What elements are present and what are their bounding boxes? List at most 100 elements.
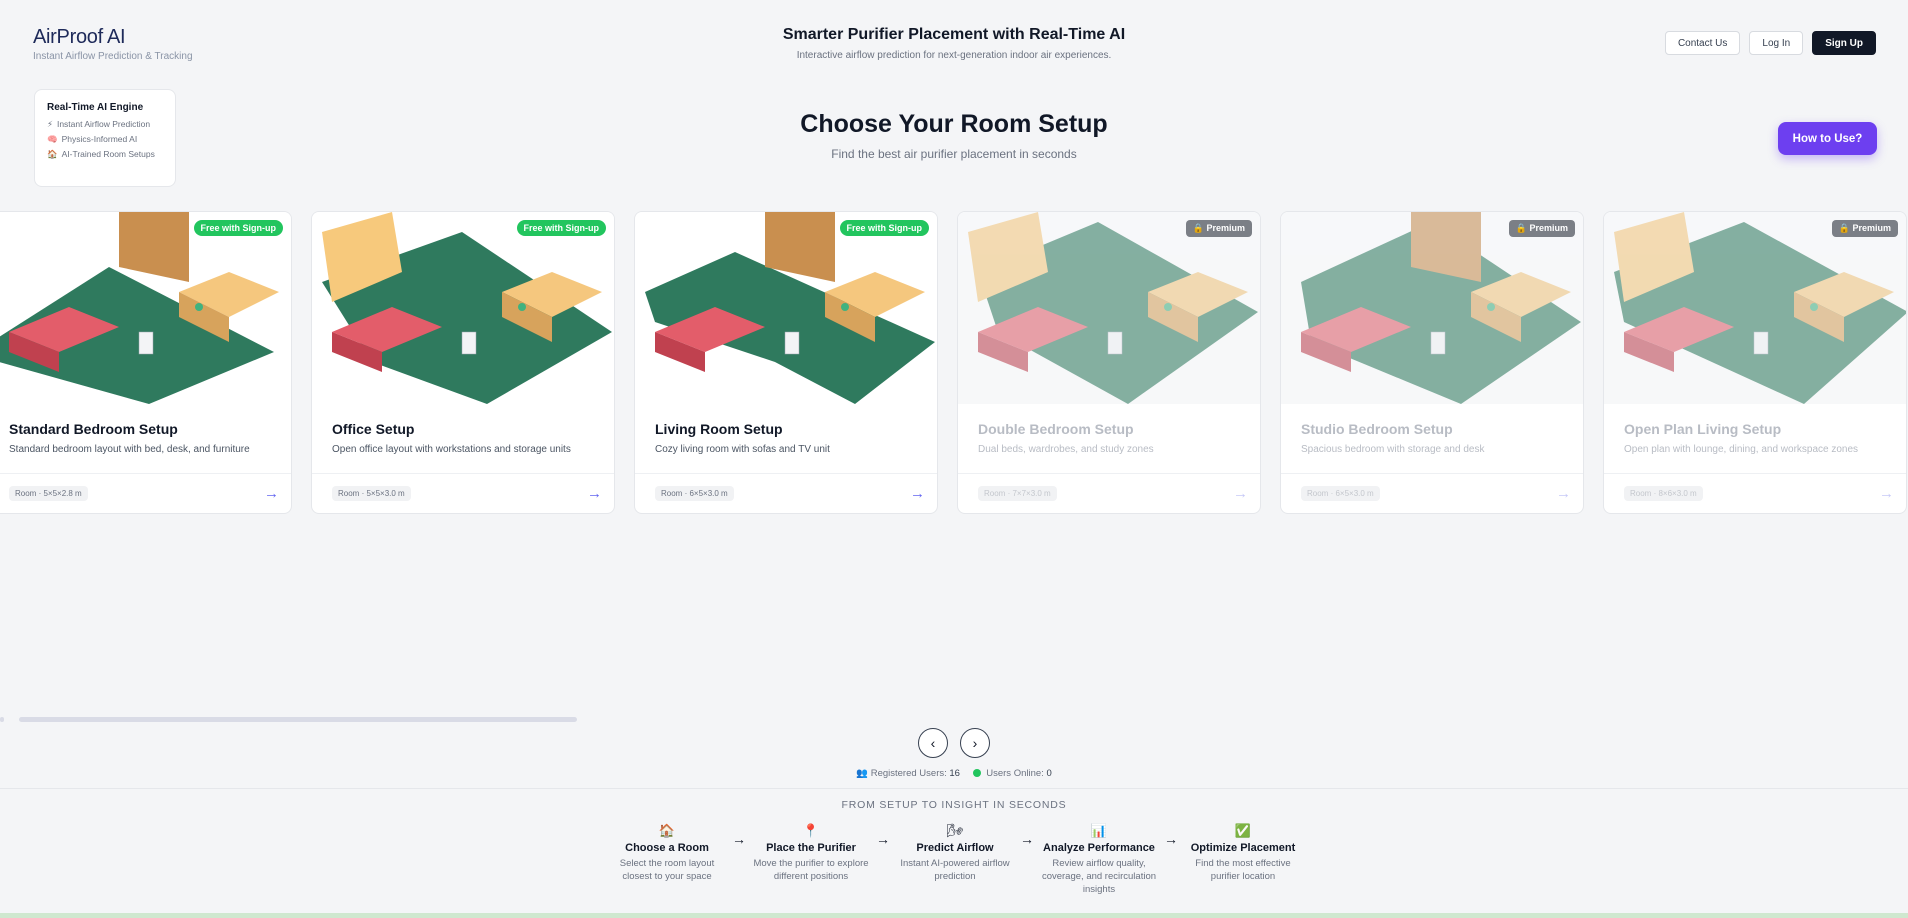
step-title: Analyze Performance <box>1043 842 1155 854</box>
room-card-description: Cozy living room with sofas and TV unit <box>655 444 830 455</box>
free-badge: Free with Sign-up <box>839 220 929 236</box>
how-to-use-button[interactable]: How to Use? <box>1778 122 1877 155</box>
section-header: Choose Your Room Setup Find the best air… <box>0 110 1908 161</box>
steps-list: 🏠 Choose a Room Select the room layout c… <box>608 823 1302 896</box>
room-card-title: Double Bedroom Setup <box>978 421 1134 437</box>
premium-badge: 🔒 Premium <box>1185 220 1252 237</box>
top-nav: Contact Us Log In Sign Up <box>1664 31 1876 55</box>
free-badge: Free with Sign-up <box>193 220 283 236</box>
online-dot-icon <box>972 769 981 777</box>
users-icon: 👥 <box>856 768 869 779</box>
arrow-right-icon: → <box>732 831 746 847</box>
login-button[interactable]: Log In <box>1749 31 1804 55</box>
step-description: Instant AI-powered airflow prediction <box>900 858 1010 882</box>
room-scene-image <box>0 212 291 404</box>
room-scene-image <box>1604 212 1906 404</box>
room-card-carousel: Free with Sign-up Standard Bedroom Setup… <box>0 211 1907 514</box>
room-card[interactable]: Free with Sign-up Living Room Setup Cozy… <box>634 211 938 514</box>
room-preview[interactable]: Free with Sign-up <box>0 212 291 404</box>
signup-button[interactable]: Sign Up <box>1812 31 1876 55</box>
room-card-description: Standard bedroom layout with bed, desk, … <box>9 444 250 455</box>
scrollbar-start <box>0 717 4 722</box>
hero-subtitle: Interactive airflow prediction for next-… <box>796 50 1112 61</box>
prev-button[interactable]: ‹ <box>918 728 948 758</box>
room-card-footer: Room · 8×6×3.0 m → <box>1604 473 1906 513</box>
page-title: Choose Your Room Setup <box>800 110 1108 138</box>
page-subtitle: Find the best air purifier placement in … <box>831 147 1077 161</box>
step-title: Choose a Room <box>625 842 709 854</box>
arrow-right-icon[interactable]: → <box>1233 485 1248 502</box>
room-card-footer: Room · 5×5×3.0 m → <box>312 473 614 513</box>
steps-section: FROM SETUP TO INSIGHT IN SECONDS 🏠 Choos… <box>0 788 1908 918</box>
step-item: 🏠 Choose a Room Select the room layout c… <box>608 823 726 883</box>
room-preview[interactable]: Free with Sign-up <box>312 212 614 404</box>
arrow-right-icon: → <box>1020 831 1034 847</box>
step-title: Predict Airflow <box>916 842 994 854</box>
room-card-footer: Room · 7×7×3.0 m → <box>958 473 1260 513</box>
arrow-right-icon[interactable]: → <box>264 485 279 502</box>
room-size-chip: Room · 6×5×3.0 m <box>655 486 734 501</box>
room-card[interactable]: 🔒 Premium Studio Bedroom Setup Spacious … <box>1280 211 1584 514</box>
step-item: ✅ Optimize Placement Find the most effec… <box>1184 823 1302 883</box>
step-icon: 🌬 <box>946 823 964 838</box>
room-size-chip: Room · 5×5×3.0 m <box>332 486 411 501</box>
premium-badge: 🔒 Premium <box>1831 220 1898 237</box>
room-card-footer: Room · 6×5×3.0 m → <box>1281 473 1583 513</box>
carousel-scrollbar[interactable] <box>19 717 577 722</box>
room-card-footer: Room · 5×5×2.8 m → <box>0 473 291 513</box>
room-card[interactable]: 🔒 Premium Double Bedroom Setup Dual beds… <box>957 211 1261 514</box>
step-icon: 🏠 <box>658 823 676 838</box>
room-scene-image <box>958 212 1260 404</box>
registered-users-label: Registered Users: <box>870 768 947 779</box>
room-preview[interactable]: 🔒 Premium <box>1281 212 1583 404</box>
room-card-title: Studio Bedroom Setup <box>1301 421 1453 437</box>
bottom-accent-line <box>0 913 1908 918</box>
room-card-footer: Room · 6×5×3.0 m → <box>635 473 937 513</box>
room-preview[interactable]: Free with Sign-up <box>635 212 937 404</box>
premium-badge: 🔒 Premium <box>1508 220 1575 237</box>
step-title: Optimize Placement <box>1190 842 1296 854</box>
step-description: Move the purifier to explore different p… <box>753 858 869 882</box>
arrow-right-icon[interactable]: → <box>910 485 925 502</box>
room-card-description: Open plan with lounge, dining, and works… <box>1624 444 1859 455</box>
room-card-title: Office Setup <box>332 421 415 437</box>
step-description: Select the room layout closest to your s… <box>619 858 715 882</box>
carousel-pager: ‹ › <box>918 728 990 758</box>
room-card[interactable]: 🔒 Premium Open Plan Living Setup Open pl… <box>1603 211 1907 514</box>
room-preview[interactable]: 🔒 Premium <box>1604 212 1906 404</box>
room-scene-image <box>635 212 937 404</box>
free-badge: Free with Sign-up <box>516 220 606 236</box>
user-stats: 👥 Registered Users: 16 Users Online: 0 <box>0 768 1908 779</box>
room-card-title: Living Room Setup <box>655 421 783 437</box>
users-online-count: 0 <box>1046 768 1052 779</box>
room-scene-image <box>312 212 614 404</box>
step-description: Review airflow quality, coverage, and re… <box>1041 858 1157 895</box>
step-icon: ✅ <box>1234 823 1252 838</box>
arrow-right-icon[interactable]: → <box>1556 485 1571 502</box>
arrow-right-icon: → <box>876 831 890 847</box>
step-item: 📍 Place the Purifier Move the purifier t… <box>752 823 870 883</box>
room-card-title: Standard Bedroom Setup <box>9 421 178 437</box>
arrow-right-icon[interactable]: → <box>1879 485 1894 502</box>
arrow-right-icon[interactable]: → <box>587 485 602 502</box>
arrow-right-icon: → <box>1164 831 1178 847</box>
registered-users-count: 16 <box>949 768 960 779</box>
next-button[interactable]: › <box>960 728 990 758</box>
room-preview[interactable]: 🔒 Premium <box>958 212 1260 404</box>
step-title: Place the Purifier <box>766 842 856 854</box>
step-item: 📊 Analyze Performance Review airflow qua… <box>1040 823 1158 896</box>
room-card-description: Dual beds, wardrobes, and study zones <box>978 444 1154 455</box>
steps-header: FROM SETUP TO INSIGHT IN SECONDS <box>841 799 1067 811</box>
contact-button[interactable]: Contact Us <box>1664 31 1741 55</box>
room-size-chip: Room · 7×7×3.0 m <box>978 486 1057 501</box>
room-card-description: Spacious bedroom with storage and desk <box>1301 444 1485 455</box>
users-online-label: Users Online: <box>986 768 1044 779</box>
room-scene-image <box>1281 212 1583 404</box>
step-icon: 📊 <box>1090 823 1108 838</box>
room-size-chip: Room · 5×5×2.8 m <box>9 486 88 501</box>
room-card[interactable]: Free with Sign-up Office Setup Open offi… <box>311 211 615 514</box>
step-description: Find the most effective purifier locatio… <box>1195 858 1291 882</box>
hero-header: Smarter Purifier Placement with Real-Tim… <box>0 26 1908 61</box>
hero-title: Smarter Purifier Placement with Real-Tim… <box>782 26 1126 43</box>
room-card[interactable]: Free with Sign-up Standard Bedroom Setup… <box>0 211 292 514</box>
